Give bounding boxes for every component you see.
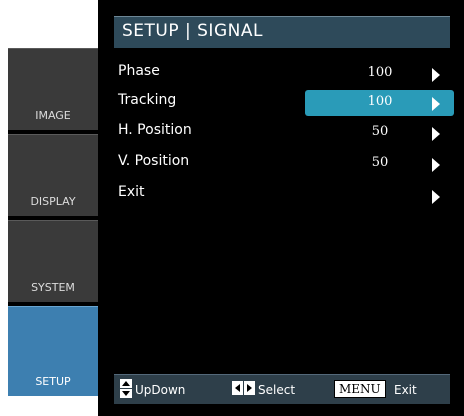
menu-row-h-position[interactable]: H. Position 50 xyxy=(114,120,454,146)
page-title: SETUP | SIGNAL xyxy=(122,21,263,41)
chevron-right-icon[interactable] xyxy=(432,190,440,204)
menu-row-exit[interactable]: Exit xyxy=(114,182,454,208)
row-label: H. Position xyxy=(118,122,192,138)
select-label: Select xyxy=(258,383,296,397)
select-hint: Select xyxy=(232,381,322,399)
footer-help-bar: UpDown Select MENU Exit xyxy=(114,374,450,404)
chevron-right-icon[interactable] xyxy=(432,127,440,141)
sidebar-item-system[interactable]: SYSTEM xyxy=(8,220,98,302)
chevron-right-icon[interactable] xyxy=(432,97,440,111)
menu-row-tracking[interactable]: Tracking 100 xyxy=(114,90,454,116)
sidebar-item-setup[interactable]: SETUP xyxy=(8,306,98,396)
left-right-icon xyxy=(232,381,256,395)
sidebar-item-image[interactable]: IMAGE xyxy=(8,48,98,130)
row-label: Tracking xyxy=(118,92,177,108)
updown-icon xyxy=(120,379,132,399)
sidebar: IMAGE DISPLAY SYSTEM SETUP xyxy=(8,48,98,396)
row-label: V. Position xyxy=(118,153,190,169)
row-label: Phase xyxy=(118,63,160,79)
exit-label: Exit xyxy=(394,383,417,397)
menu-row-v-position[interactable]: V. Position 50 xyxy=(114,151,454,177)
sidebar-item-label: SYSTEM xyxy=(31,281,75,294)
chevron-right-icon[interactable] xyxy=(432,68,440,82)
menu-exit-hint: MENU Exit xyxy=(332,380,442,399)
title-bar: SETUP | SIGNAL xyxy=(114,16,450,48)
chevron-right-icon[interactable] xyxy=(432,158,440,172)
sidebar-item-label: SETUP xyxy=(35,375,71,388)
menu-row-phase[interactable]: Phase 100 xyxy=(114,61,454,87)
menu-key: MENU xyxy=(334,380,386,398)
sidebar-item-label: IMAGE xyxy=(35,109,71,122)
updown-hint: UpDown xyxy=(114,379,204,399)
sidebar-item-label: DISPLAY xyxy=(30,195,76,208)
row-label: Exit xyxy=(118,184,145,200)
osd-menu: SETUP | SIGNAL IMAGE DISPLAY SYSTEM SETU… xyxy=(0,0,464,416)
updown-label: UpDown xyxy=(135,383,186,397)
sidebar-item-display[interactable]: DISPLAY xyxy=(8,134,98,216)
